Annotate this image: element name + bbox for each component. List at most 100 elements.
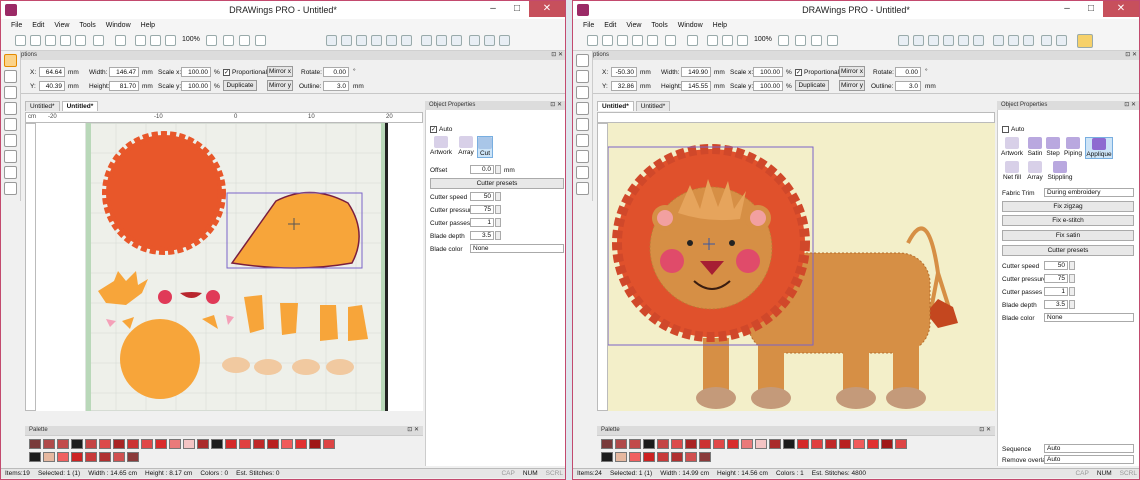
palette-swatch[interactable] [615, 439, 627, 449]
palette-swatch[interactable] [85, 439, 97, 449]
blade-color-select[interactable]: None [470, 244, 564, 253]
print-icon[interactable] [60, 35, 71, 46]
knife-tool-icon[interactable] [4, 150, 17, 163]
menu-help[interactable]: Help [141, 22, 155, 29]
palette-swatch[interactable] [769, 439, 781, 449]
lion-cheek-right[interactable] [736, 249, 760, 273]
pin-icon[interactable]: ⊡ ✕ [407, 426, 419, 435]
cutter-passes-field[interactable]: 1 [470, 218, 494, 227]
menu-window[interactable]: Window [106, 22, 131, 29]
open-icon[interactable] [30, 35, 41, 46]
offset-spinner[interactable] [495, 165, 501, 174]
select-tool-icon[interactable] [576, 54, 589, 67]
undo-icon[interactable] [93, 35, 104, 46]
align-top-icon[interactable] [371, 35, 382, 46]
cutter-passes-spinner[interactable] [495, 218, 501, 227]
palette-swatch[interactable] [685, 439, 697, 449]
lion-cheek-left[interactable] [660, 249, 684, 273]
y-field[interactable]: 32.86 [611, 81, 637, 91]
palette-swatch[interactable] [867, 439, 879, 449]
lion-ear-inner-right[interactable] [750, 210, 766, 226]
palette-swatch[interactable] [699, 452, 711, 462]
palette-swatch[interactable] [741, 439, 753, 449]
palette-swatch[interactable] [43, 439, 55, 449]
hoop-icon[interactable] [722, 35, 733, 46]
palette-swatch[interactable] [825, 439, 837, 449]
copy-icon[interactable] [75, 35, 86, 46]
cutter-pressure-field[interactable]: 75 [470, 205, 494, 214]
proportional-checkbox[interactable]: ✓ Proportional [795, 69, 839, 76]
menu-edit[interactable]: Edit [604, 22, 616, 29]
pan-tool-icon[interactable] [4, 102, 17, 115]
cutter-passes-spinner[interactable] [1069, 287, 1075, 296]
piping-tool[interactable]: Piping [1062, 137, 1084, 157]
zoom-in-icon[interactable] [206, 35, 217, 46]
scalex-field[interactable]: 100.00 [181, 67, 211, 77]
group-icon[interactable] [451, 35, 462, 46]
maximize-button[interactable]: □ [1079, 1, 1103, 17]
zoom-tool-icon[interactable] [576, 86, 589, 99]
palette-swatch[interactable] [29, 439, 41, 449]
cutter-presets-button[interactable]: Cutter presets [430, 178, 564, 189]
auto-checkbox[interactable]: ✓ Auto [430, 126, 452, 133]
zoom-level[interactable]: 100% [182, 36, 200, 43]
cutter-speed-field[interactable]: 50 [470, 192, 494, 201]
palette-swatch[interactable] [629, 439, 641, 449]
palette-swatch[interactable] [839, 439, 851, 449]
new-icon[interactable] [15, 35, 26, 46]
palette-swatch[interactable] [141, 439, 153, 449]
rotate-field[interactable]: 0.00 [323, 67, 349, 77]
knife-tool-icon[interactable] [576, 150, 589, 163]
palette-swatch[interactable] [253, 439, 265, 449]
palette-swatch[interactable] [797, 439, 809, 449]
cutter-passes-field[interactable]: 1 [1044, 287, 1068, 296]
ungroup-icon[interactable] [469, 35, 480, 46]
palette-swatch[interactable] [657, 452, 669, 462]
palette-swatch[interactable] [615, 452, 627, 462]
combine-icon[interactable] [484, 35, 495, 46]
palette-swatch[interactable] [685, 452, 697, 462]
artwork-tool[interactable]: Artwork [430, 136, 452, 156]
step-tool[interactable]: Step [1045, 137, 1061, 157]
combine-icon[interactable] [1056, 35, 1067, 46]
tab-untitled-2[interactable]: Untitled* [61, 101, 99, 111]
palette-swatch[interactable] [643, 439, 655, 449]
fix-e-stitch-button[interactable]: Fix e-stitch [1002, 215, 1134, 226]
align-middle-icon[interactable] [958, 35, 969, 46]
undo-icon[interactable] [665, 35, 676, 46]
height-field[interactable]: 145.55 [681, 81, 711, 91]
ungroup-icon[interactable] [1041, 35, 1052, 46]
menu-tools[interactable]: Tools [79, 22, 95, 29]
lion-eye-left[interactable] [687, 240, 693, 246]
tab-untitled-1[interactable]: Untitled* [25, 101, 60, 111]
tab-untitled-2[interactable]: Untitled* [635, 101, 671, 111]
palette-swatch[interactable] [657, 439, 669, 449]
design-canvas[interactable] [36, 123, 423, 411]
palette-swatch[interactable] [699, 439, 711, 449]
palette-swatch[interactable] [127, 439, 139, 449]
text-tool-icon[interactable] [576, 182, 589, 195]
menu-edit[interactable]: Edit [32, 22, 44, 29]
cutter-speed-field[interactable]: 50 [1044, 261, 1068, 270]
palette-swatch[interactable] [853, 439, 865, 449]
remove-overlaps-select[interactable]: Auto [1044, 455, 1134, 464]
blade-depth-field[interactable]: 3.5 [1044, 300, 1068, 309]
menu-view[interactable]: View [54, 22, 69, 29]
ellipse-tool-icon[interactable] [4, 166, 17, 179]
select-tool-icon[interactable] [4, 54, 17, 67]
minimize-button[interactable]: – [1055, 1, 1079, 17]
palette-swatch[interactable] [309, 439, 321, 449]
distribute-v-icon[interactable] [436, 35, 447, 46]
lion-eye-right[interactable] [729, 240, 735, 246]
palette-swatch[interactable] [211, 439, 223, 449]
artwork-tool[interactable]: Artwork [1000, 137, 1024, 157]
align-middle-icon[interactable] [386, 35, 397, 46]
auto-checkbox[interactable]: Auto [1002, 126, 1024, 133]
ruler-tool-icon[interactable] [4, 118, 17, 131]
zoom-in-icon[interactable] [778, 35, 789, 46]
palette-swatch[interactable] [783, 439, 795, 449]
scaley-field[interactable]: 100.00 [753, 81, 783, 91]
node-tool-icon[interactable] [4, 70, 17, 83]
palette-swatch[interactable] [57, 439, 69, 449]
distribute-h-icon[interactable] [993, 35, 1004, 46]
